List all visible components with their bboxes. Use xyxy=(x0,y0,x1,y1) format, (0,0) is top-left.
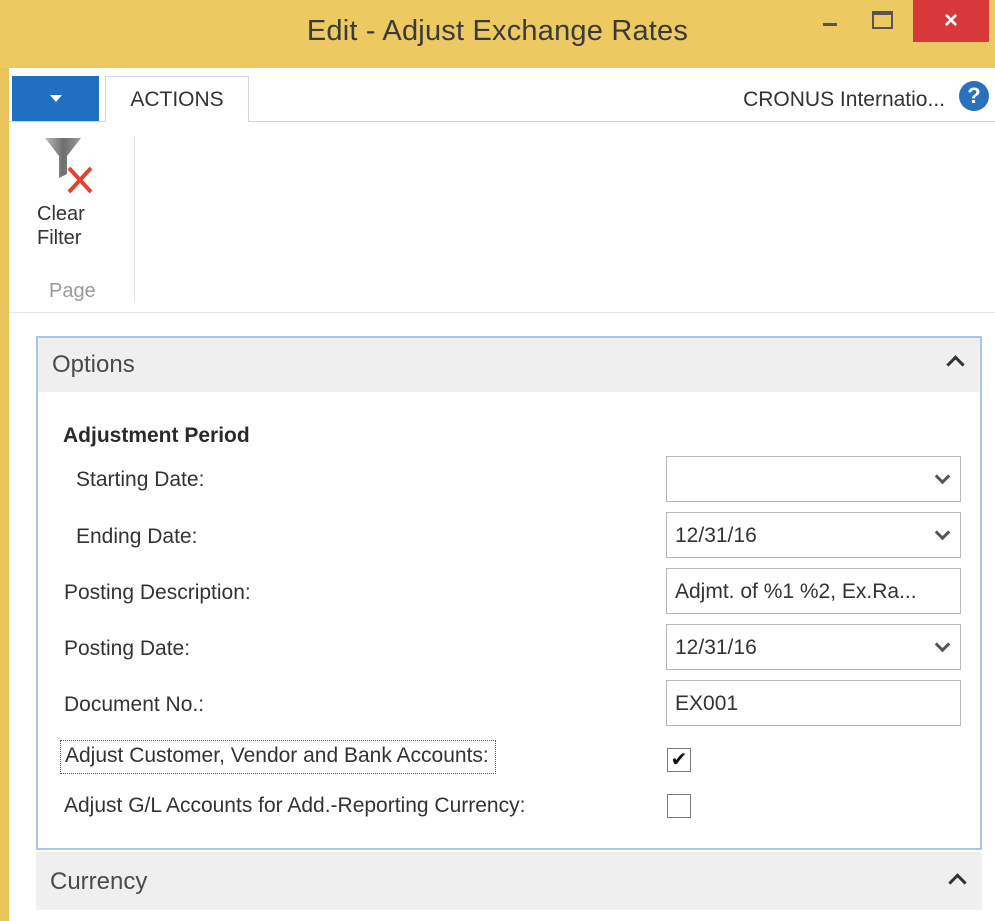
company-name[interactable]: CRONUS Internatio... xyxy=(743,88,945,112)
clear-filter-label-2: Filter xyxy=(37,227,82,249)
ribbon-separator xyxy=(134,136,135,302)
currency-fasttab[interactable]: Currency xyxy=(36,852,982,910)
posting-date-value: 12/31/16 xyxy=(675,636,757,659)
chevron-down-icon[interactable] xyxy=(934,636,951,653)
checkmark-icon: ✔ xyxy=(670,749,688,771)
currency-title: Currency xyxy=(50,868,148,895)
close-button[interactable]: × xyxy=(913,0,989,42)
starting-date-field[interactable] xyxy=(666,456,961,502)
ribbon-tab-row: ACTIONS CRONUS Internatio... ? xyxy=(9,68,995,122)
posting-description-field[interactable]: Adjmt. of %1 %2, Ex.Ra... xyxy=(666,568,961,614)
document-no-value: EX001 xyxy=(675,692,739,715)
chevron-up-icon[interactable] xyxy=(946,355,965,374)
chevron-up-icon[interactable] xyxy=(948,873,967,892)
close-icon: × xyxy=(943,7,958,34)
adjust-cust-vend-bank-checkbox[interactable]: ✔ xyxy=(667,748,691,772)
adjustment-period-caption: Adjustment Period xyxy=(63,424,250,447)
title-bar: Edit - Adjust Exchange Rates × xyxy=(0,0,995,68)
adjust-cust-vend-bank-label: Adjust Customer, Vendor and Bank Account… xyxy=(60,740,496,774)
adjust-gl-acr-checkbox[interactable] xyxy=(667,794,691,818)
options-fasttab: Options Adjustment Period Starting Date:… xyxy=(36,336,982,850)
options-title: Options xyxy=(52,351,135,378)
document-no-field[interactable]: EX001 xyxy=(666,680,961,726)
clear-filter-icon xyxy=(45,138,93,194)
ribbon-group-page-label: Page xyxy=(49,280,96,302)
chevron-down-icon[interactable] xyxy=(934,468,951,485)
minimize-button[interactable] xyxy=(810,0,850,40)
application-menu-button[interactable] xyxy=(12,76,99,121)
tab-actions[interactable]: ACTIONS xyxy=(105,76,249,122)
dropdown-arrow-icon xyxy=(49,95,62,102)
minimize-icon xyxy=(823,22,837,26)
adjust-gl-acr-label: Adjust G/L Accounts for Add.-Reporting C… xyxy=(64,794,526,817)
help-icon[interactable]: ? xyxy=(959,81,989,111)
document-no-label: Document No.: xyxy=(64,693,205,716)
posting-date-label: Posting Date: xyxy=(64,637,191,660)
ending-date-label: Ending Date: xyxy=(76,525,198,548)
posting-description-label: Posting Description: xyxy=(64,581,251,604)
chevron-down-icon[interactable] xyxy=(934,524,951,541)
posting-date-field[interactable]: 12/31/16 xyxy=(666,624,961,670)
ending-date-value: 12/31/16 xyxy=(675,524,757,547)
clear-filter-button[interactable]: Clear Filter xyxy=(37,134,117,250)
maximize-button[interactable] xyxy=(862,0,902,40)
ribbon: Clear Filter Page xyxy=(9,122,995,313)
ending-date-field[interactable]: 12/31/16 xyxy=(666,512,961,558)
starting-date-label: Starting Date: xyxy=(76,468,205,491)
options-header[interactable]: Options xyxy=(38,338,980,392)
maximize-icon xyxy=(871,11,893,29)
clear-filter-label-1: Clear xyxy=(37,203,85,225)
posting-description-value: Adjmt. of %1 %2, Ex.Ra... xyxy=(675,580,917,603)
